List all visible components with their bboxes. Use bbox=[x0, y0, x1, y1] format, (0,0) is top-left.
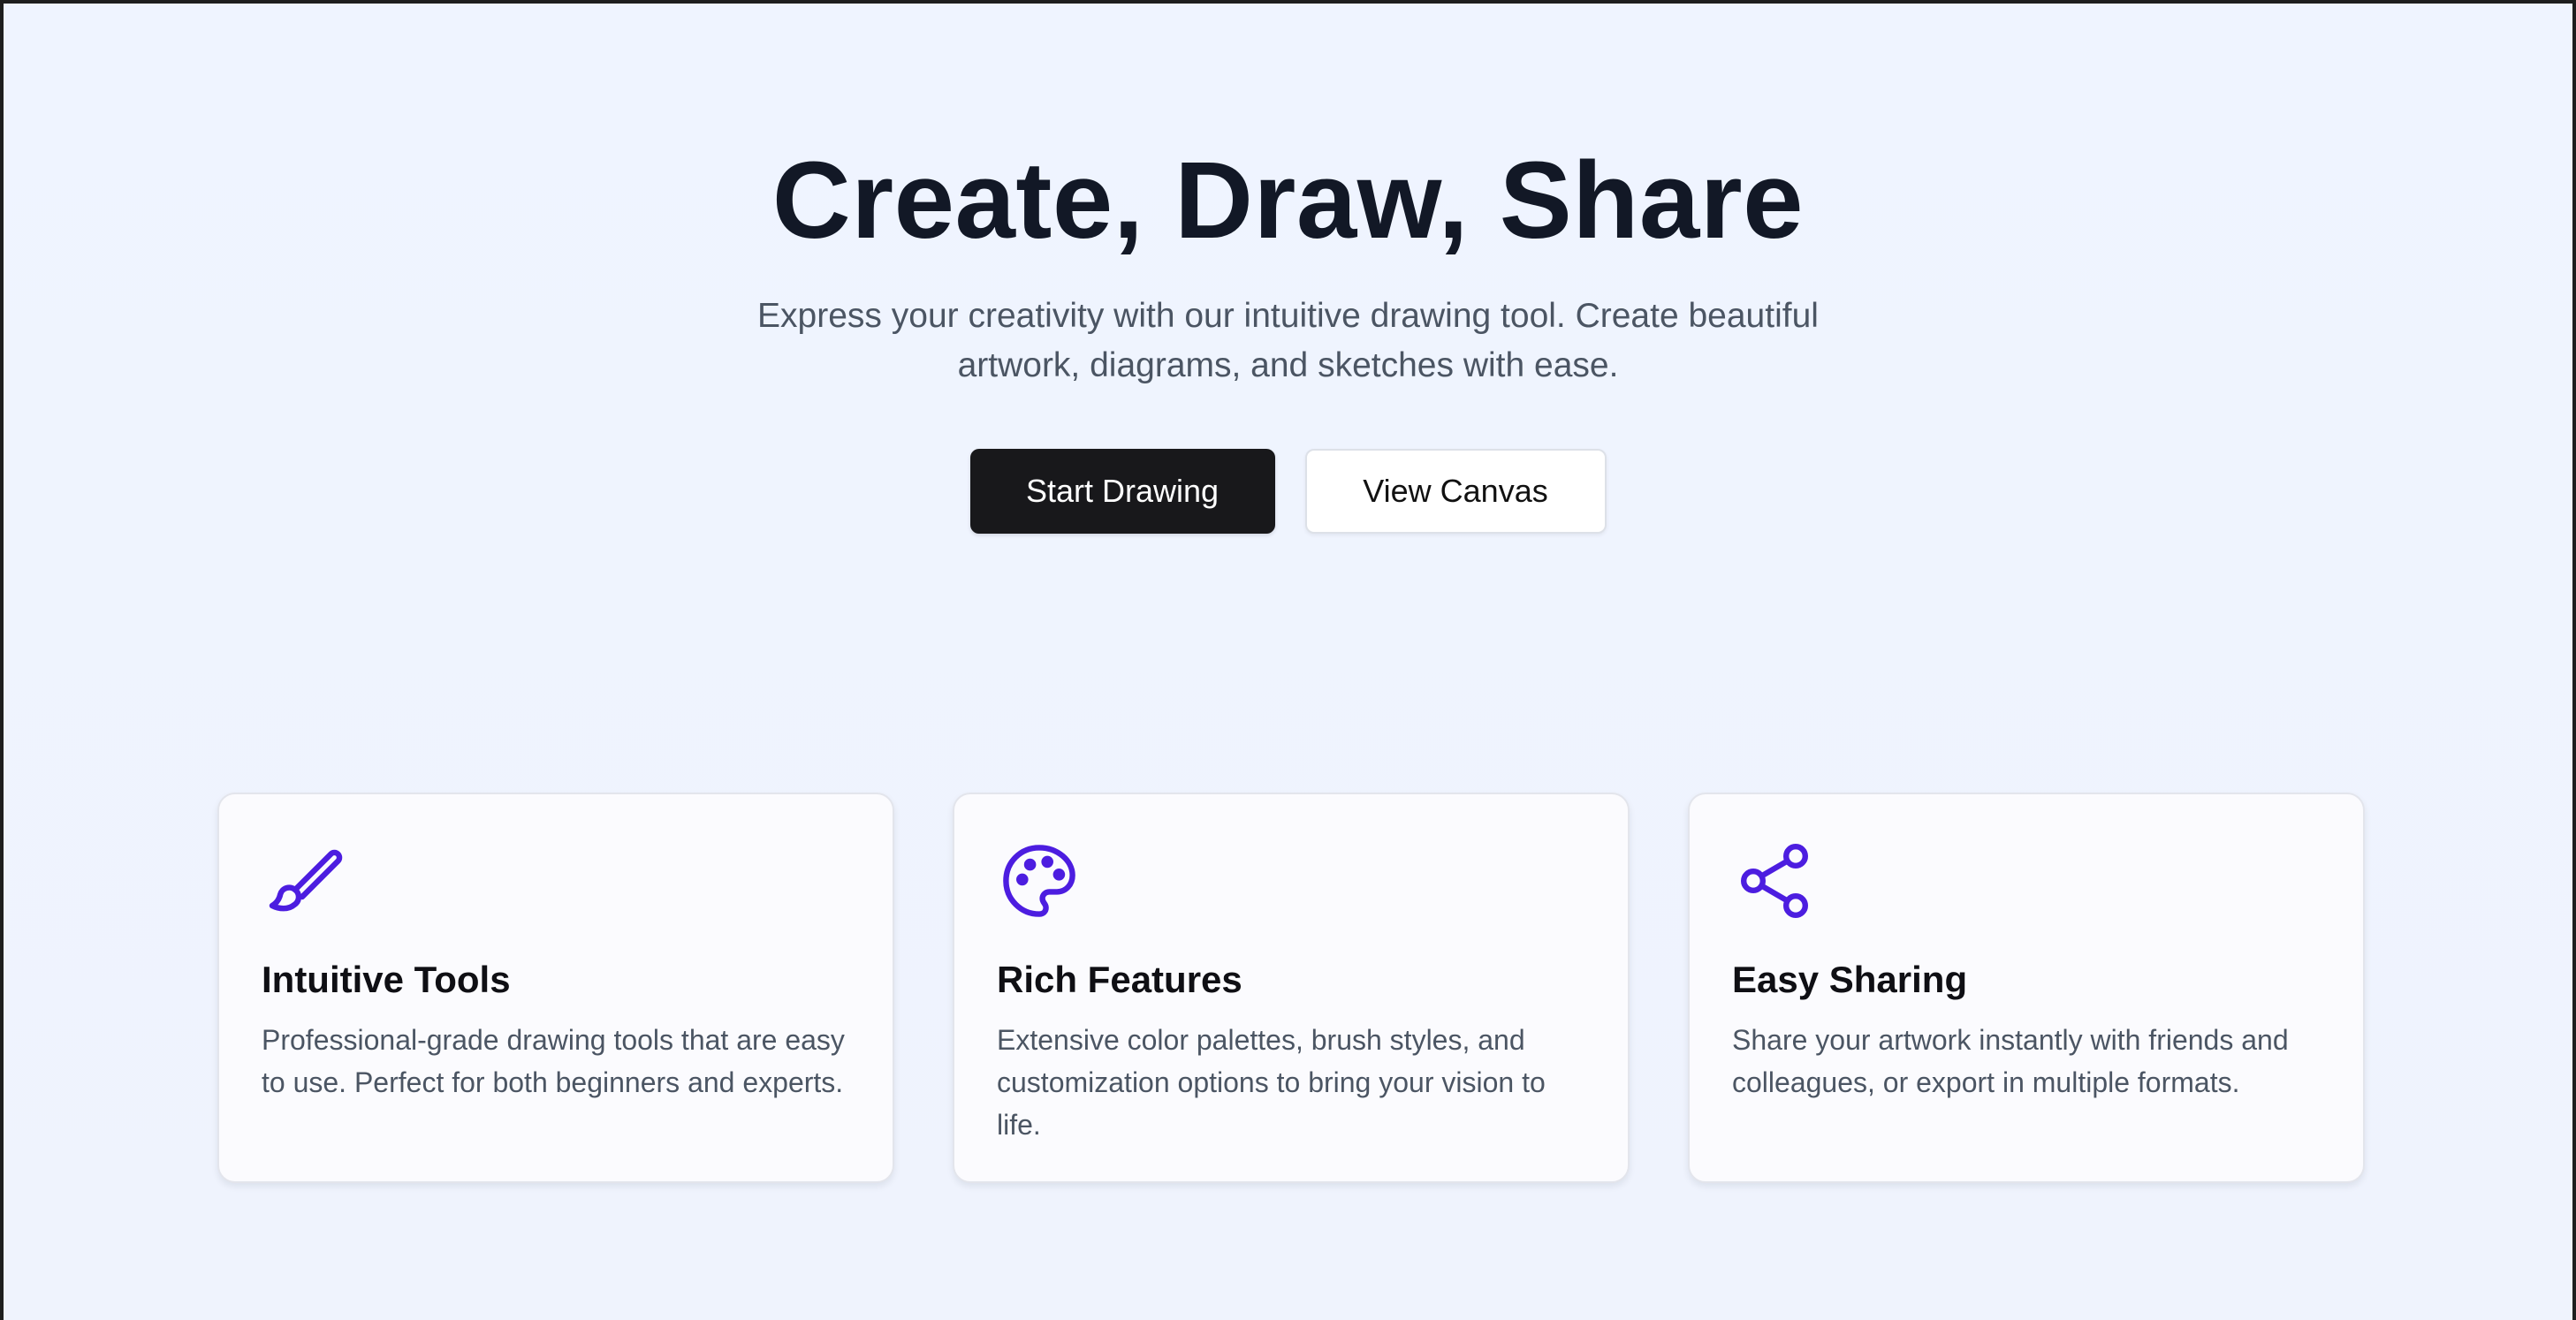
hero-actions: Start Drawing View Canvas bbox=[4, 449, 2572, 534]
page-frame: Create, Draw, Share Express your creativ… bbox=[0, 0, 2576, 1320]
feature-card-rich-features: Rich Features Extensive color palettes, … bbox=[953, 793, 1630, 1183]
hero-section: Create, Draw, Share Express your creativ… bbox=[4, 136, 2572, 534]
feature-description: Extensive color palettes, brush styles, … bbox=[997, 1024, 1546, 1141]
features-section: Intuitive Tools Professional-grade drawi… bbox=[217, 793, 2365, 1183]
palette-icon bbox=[997, 838, 1082, 923]
brush-icon bbox=[262, 838, 346, 923]
feature-card-intuitive-tools: Intuitive Tools Professional-grade drawi… bbox=[217, 793, 894, 1183]
feature-description: Professional-grade drawing tools that ar… bbox=[262, 1024, 845, 1098]
feature-title: Intuitive Tools bbox=[262, 959, 511, 1000]
view-canvas-button[interactable]: View Canvas bbox=[1304, 449, 1607, 534]
hero-title: Create, Draw, Share bbox=[771, 140, 1805, 262]
start-drawing-button[interactable]: Start Drawing bbox=[969, 449, 1275, 534]
feature-description: Share your artwork instantly with friend… bbox=[1732, 1024, 2289, 1098]
share-icon bbox=[1732, 838, 1817, 923]
feature-title: Rich Features bbox=[997, 959, 1242, 1000]
feature-card-easy-sharing: Easy Sharing Share your artwork instantl… bbox=[1688, 793, 2365, 1183]
feature-title: Easy Sharing bbox=[1732, 959, 1968, 1000]
hero-subtitle: Express your creativity with our intuiti… bbox=[757, 297, 1819, 384]
